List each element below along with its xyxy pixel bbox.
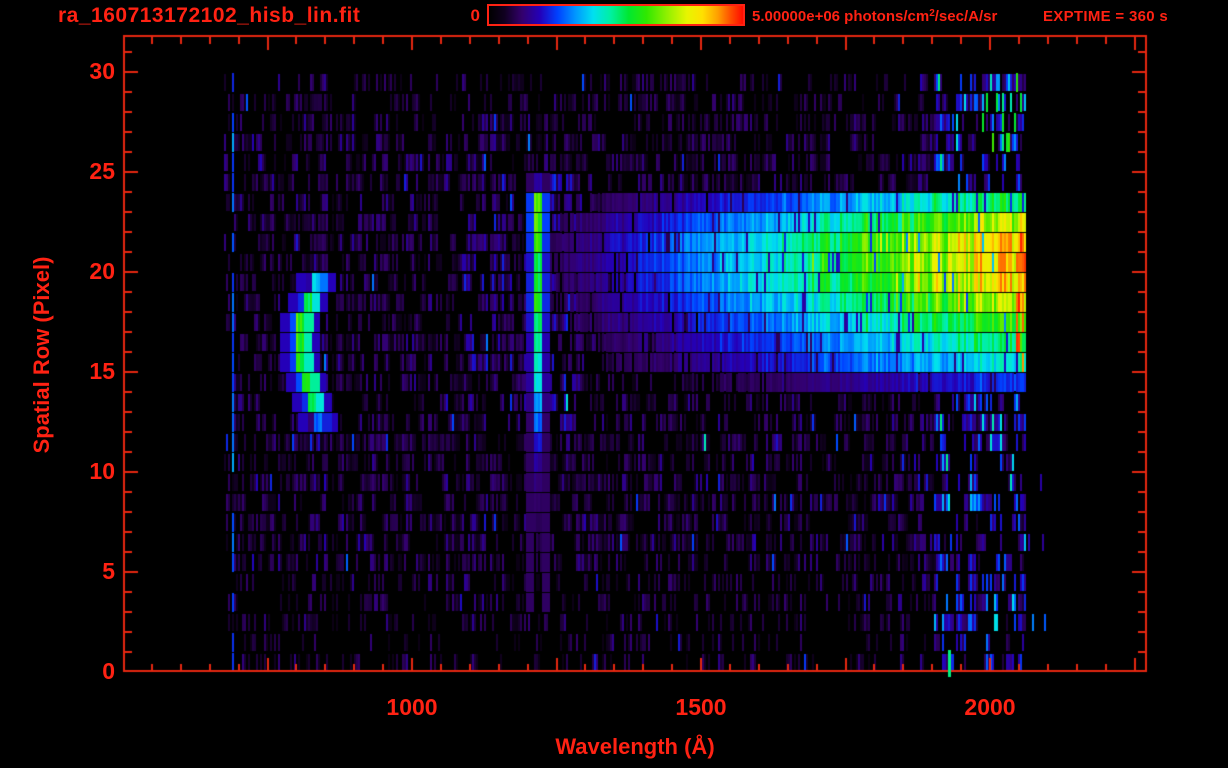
y-tick-label: 30 xyxy=(89,58,115,84)
y-axis-title: Spatial Row (Pixel) xyxy=(29,256,54,454)
y-tick-label: 10 xyxy=(89,458,115,484)
spectrogram-window: ra_160713172102_hisb_lin.fit 0 5.00000e+… xyxy=(0,0,1228,768)
colorbar-unit-superscript: 2 xyxy=(929,8,935,19)
x-tick-label: 1500 xyxy=(675,694,727,720)
colorbar-max-value: 5.00000e+06 xyxy=(752,8,841,25)
spectrogram-plot-canvas xyxy=(0,0,1228,768)
colorbar-max-label: 5.00000e+06 photons/cm2/sec/A/sr xyxy=(752,8,997,25)
colorbar-unit-suffix: /sec/A/sr xyxy=(934,8,998,25)
colorbar xyxy=(487,4,745,26)
y-tick-label: 15 xyxy=(89,358,115,384)
x-tick-label: 2000 xyxy=(964,694,1016,720)
x-tick-label: 1000 xyxy=(386,694,438,720)
y-tick-label: 5 xyxy=(102,558,115,584)
y-tick-label: 25 xyxy=(89,158,115,184)
y-tick-label: 20 xyxy=(89,258,115,284)
y-tick-label: 0 xyxy=(102,658,115,684)
colorbar-unit-prefix: photons/cm xyxy=(840,8,930,25)
colorbar-min-label: 0 xyxy=(470,6,480,25)
exptime-label: EXPTIME = 360 s xyxy=(1043,8,1168,25)
x-axis-title: Wavelength (Å) xyxy=(555,734,715,759)
file-title: ra_160713172102_hisb_lin.fit xyxy=(58,4,361,27)
